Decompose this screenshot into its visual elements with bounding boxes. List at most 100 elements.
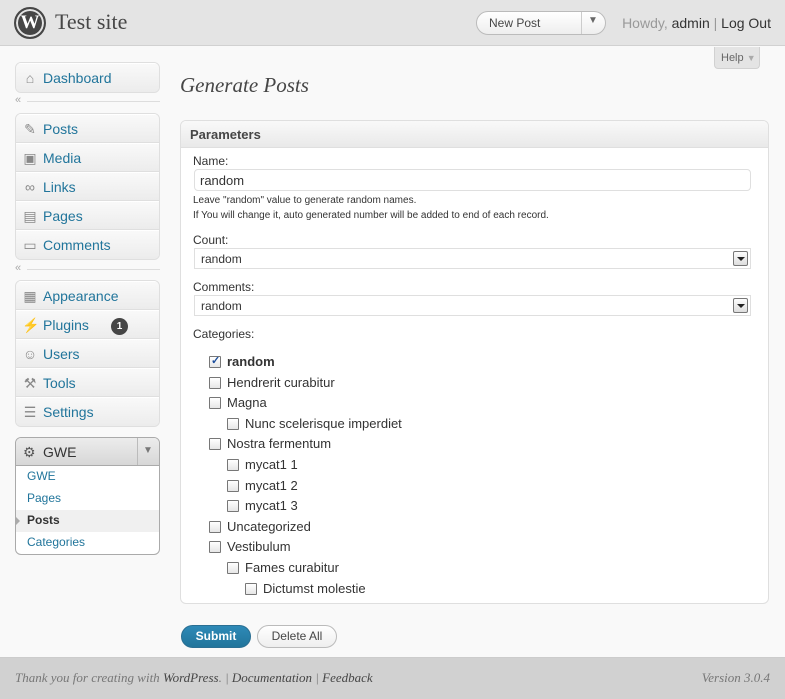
category-checkbox[interactable]	[209, 397, 221, 409]
help-label[interactable]: Help	[721, 52, 744, 64]
pushpin-icon: ✎	[24, 121, 36, 137]
delete-all-button[interactable]: Delete All	[257, 625, 337, 648]
comments-label: Comments:	[193, 280, 255, 294]
category-label[interactable]: Fames curabitur	[245, 560, 339, 575]
sidebar-item-label[interactable]: Appearance	[43, 288, 119, 304]
category-checkbox[interactable]	[209, 377, 221, 389]
chevron-down-icon[interactable]: ▼	[143, 445, 153, 456]
media-icon: ▣	[23, 150, 37, 166]
category-label[interactable]: mycat1 1	[245, 457, 298, 472]
category-label[interactable]: Hendrerit curabitur	[227, 375, 335, 390]
gwe-menu: ⚙ GWE ▼ GWE Pages Posts Categories	[15, 437, 160, 555]
category-checkbox[interactable]	[245, 583, 257, 595]
name-input[interactable]	[194, 169, 751, 191]
category-checkbox[interactable]	[209, 438, 221, 450]
sidebar-item-tools[interactable]: ⚒ Tools	[16, 368, 159, 397]
sidebar-item-appearance[interactable]: ▦ Appearance	[16, 281, 159, 310]
documentation-link[interactable]: Documentation	[232, 670, 312, 685]
dropdown-arrow-icon[interactable]	[733, 298, 748, 313]
gwe-menu-title[interactable]: GWE	[43, 444, 76, 460]
wordpress-link[interactable]: WordPress	[163, 670, 219, 685]
category-checkbox[interactable]	[209, 541, 221, 553]
sidebar-item-links[interactable]: ∞ Links	[16, 172, 159, 201]
help-tab[interactable]: Help ▼	[714, 47, 760, 69]
sidebar-item-media[interactable]: ▣ Media	[16, 143, 159, 172]
categories-label: Categories:	[193, 327, 255, 341]
category-label[interactable]: Vestibulum	[227, 539, 291, 554]
gwe-submenu-posts-label[interactable]: Posts	[27, 513, 60, 527]
category-checkbox[interactable]	[227, 459, 239, 471]
category-checkbox[interactable]	[227, 418, 239, 430]
wordpress-logo-icon[interactable]: W	[14, 7, 46, 39]
category-label[interactable]: mycat1 3	[245, 498, 298, 513]
category-label[interactable]: Uncategorized	[227, 519, 311, 534]
category-label[interactable]: random	[227, 354, 275, 369]
sidebar-item-label[interactable]: Settings	[43, 404, 94, 420]
footer-thanks: Thank you for creating with	[15, 670, 160, 685]
collapse-arrow-icon[interactable]: «	[15, 262, 21, 274]
category-checkbox[interactable]	[227, 480, 239, 492]
chevron-down-icon[interactable]: ▼	[588, 15, 598, 26]
parameters-panel: Parameters Name: Leave "random" value to…	[180, 120, 769, 604]
submit-button[interactable]: Submit	[181, 625, 251, 648]
menu-separator[interactable]: «	[15, 262, 160, 276]
page-title: Generate Posts	[180, 73, 309, 97]
name-hint-2: If You will change it, auto generated nu…	[193, 210, 549, 221]
users-icon: ☺	[22, 346, 38, 362]
logout-link[interactable]: Log Out	[721, 15, 771, 31]
category-checkbox[interactable]	[227, 500, 239, 512]
admin-footer: Thank you for creating with WordPress. |…	[0, 657, 785, 699]
sidebar-item-label[interactable]: Users	[43, 346, 80, 362]
new-post-label[interactable]: New Post	[489, 16, 540, 30]
sidebar-item-users[interactable]: ☺ Users	[16, 339, 159, 368]
category-label[interactable]: Nunc scelerisque imperdiet	[245, 416, 402, 431]
chevron-down-icon: ▼	[746, 53, 756, 63]
feedback-link[interactable]: Feedback	[322, 670, 373, 685]
category-label[interactable]: Dictumst molestie	[263, 581, 366, 596]
site-title[interactable]: Test site	[55, 9, 127, 35]
appearance-icon: ▦	[23, 288, 37, 304]
category-checkbox[interactable]	[209, 521, 221, 533]
sidebar-item-label[interactable]: Media	[43, 150, 81, 166]
gwe-submenu-categories[interactable]: Categories	[16, 532, 159, 554]
dashboard-icon: ⌂	[25, 70, 35, 86]
admin-menu-group: ▦ Appearance ⚡ Plugins 1 ☺ Users ⚒ Tools…	[15, 280, 160, 427]
count-select[interactable]: random	[194, 248, 751, 269]
sidebar-item-gwe[interactable]: ⚙ GWE ▼	[16, 438, 159, 466]
comments-select[interactable]: random	[194, 295, 751, 316]
gwe-submenu-posts[interactable]: Posts	[16, 510, 159, 532]
category-checkbox[interactable]	[209, 354, 221, 368]
category-label[interactable]: mycat1 2	[245, 478, 298, 493]
new-post-dropdown[interactable]: New Post ▼	[476, 11, 606, 35]
current-pointer-icon	[16, 516, 20, 526]
category-label[interactable]: Nostra fermentum	[227, 436, 331, 451]
link-icon: ∞	[25, 179, 35, 195]
pages-icon: ▤	[23, 208, 37, 224]
sidebar-item-settings[interactable]: ☰ Settings	[16, 397, 159, 426]
gwe-submenu-gwe[interactable]: GWE	[16, 466, 159, 488]
admin-header: W Test site New Post ▼ Howdy, admin | Lo…	[0, 0, 785, 46]
menu-separator[interactable]: «	[15, 94, 160, 108]
collapse-arrow-icon[interactable]: «	[15, 94, 21, 106]
sidebar-item-pages[interactable]: ▤ Pages	[16, 201, 159, 230]
sidebar-item-plugins[interactable]: ⚡ Plugins 1	[16, 310, 159, 339]
sidebar-item-label[interactable]: Links	[43, 179, 76, 195]
category-label[interactable]: Magna	[227, 395, 267, 410]
sidebar-item-label[interactable]: Tools	[43, 375, 76, 391]
category-checkbox[interactable]	[227, 562, 239, 574]
username-link[interactable]: admin	[672, 15, 710, 31]
count-label: Count:	[193, 233, 229, 247]
sidebar-item-label[interactable]: Plugins	[43, 317, 89, 333]
sidebar-item-posts[interactable]: ✎ Posts	[16, 114, 159, 143]
gwe-submenu-pages[interactable]: Pages	[16, 488, 159, 510]
sidebar-item-comments[interactable]: ▭ Comments	[16, 230, 159, 259]
sidebar-item-label[interactable]: Pages	[43, 208, 83, 224]
sidebar-item-label[interactable]: Posts	[43, 121, 78, 137]
content-menu-group: ✎ Posts ▣ Media ∞ Links ▤ Pages ▭ Commen…	[15, 113, 160, 260]
dropdown-arrow-icon[interactable]	[733, 251, 748, 266]
comment-icon: ▭	[23, 237, 37, 253]
sidebar-item-label[interactable]: Dashboard	[43, 70, 112, 86]
sidebar-item-dashboard[interactable]: ⌂ Dashboard	[16, 63, 159, 92]
gear-icon: ⚙	[23, 444, 36, 460]
sidebar-item-label[interactable]: Comments	[43, 237, 111, 253]
